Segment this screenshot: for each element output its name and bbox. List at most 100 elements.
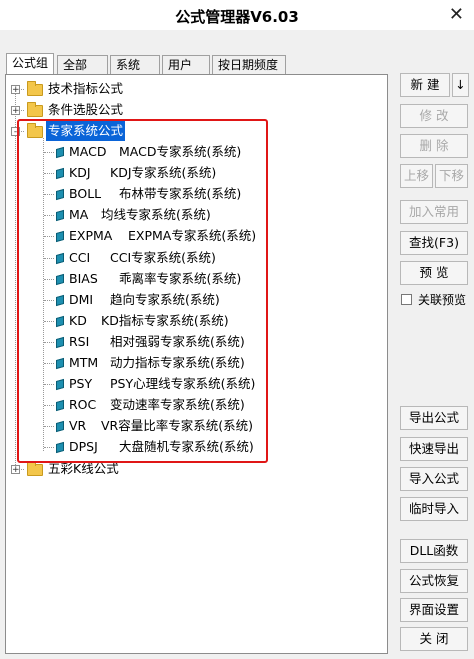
tree-group-technical-indicators[interactable]: + 技术指标公式 (6, 79, 306, 99)
expert-formula-item[interactable]: PSY PSY心理线专家系统(系统) (6, 374, 306, 394)
new-button[interactable]: 新 建 (400, 73, 450, 97)
tree-group-label: 技术指标公式 (48, 81, 124, 96)
formula-description: 乖离率专家系统(系统) (119, 270, 242, 286)
expert-formula-item[interactable]: DMI 趋向专家系统(系统) (6, 290, 306, 310)
tab-system[interactable]: 系统 (110, 55, 160, 74)
formula-gem-icon (56, 231, 64, 243)
expand-icon[interactable]: + (11, 106, 20, 116)
formula-code: MTM (69, 355, 99, 370)
modify-button[interactable]: 修 改 (400, 104, 468, 128)
formula-description: 大盘随机专家系统(系统) (119, 439, 254, 455)
new-dropdown-arrow-icon[interactable]: ↓ (452, 73, 469, 97)
tree-connector (44, 257, 54, 259)
formula-description: PSY心理线专家系统(系统) (110, 376, 256, 392)
tree-connector (44, 215, 54, 217)
add-to-common-button[interactable]: 加入常用 (400, 200, 468, 224)
move-down-button[interactable]: 下移 (435, 164, 468, 188)
window-close-icon[interactable]: ✕ (449, 4, 464, 25)
expert-formula-item[interactable]: RSI 相对强弱专家系统(系统) (6, 332, 306, 352)
import-formula-button[interactable]: 导入公式 (400, 467, 468, 491)
folder-icon (27, 102, 43, 117)
formula-description: 布林带专家系统(系统) (119, 186, 242, 202)
formula-code: ROC (69, 397, 97, 413)
close-button[interactable]: 关 闭 (400, 627, 468, 651)
quick-export-button[interactable]: 快速导出 (400, 437, 468, 461)
tree-connector (44, 194, 54, 196)
preview-button[interactable]: 预 览 (400, 261, 468, 285)
tree-group-colored-kline[interactable]: + 五彩K线公式 (6, 459, 306, 479)
tab-all[interactable]: 全部 (57, 55, 108, 74)
tree-connector (44, 384, 54, 386)
tree-group-condition-screening[interactable]: + 条件选股公式 (6, 100, 306, 120)
expert-formula-item[interactable]: DPSJ 大盘随机专家系统(系统) (6, 437, 306, 457)
formula-code: EXPMA (69, 228, 113, 244)
tree-group-label: 五彩K线公式 (48, 461, 119, 476)
formula-description: CCI专家系统(系统) (110, 249, 216, 265)
expert-formula-item[interactable]: MTM 动力指标专家系统(系统) (6, 353, 306, 373)
tree-group-expert-system[interactable]: - 专家系统公式 (6, 121, 306, 141)
tree-group-label: 专家系统公式 (46, 121, 126, 141)
formula-code: BOLL (69, 186, 102, 202)
expert-formula-item[interactable]: CCI CCI专家系统(系统) (6, 248, 306, 268)
tree-connector (44, 341, 54, 343)
collapse-icon[interactable]: - (11, 127, 20, 137)
formula-gem-icon (56, 400, 64, 412)
dll-functions-button[interactable]: DLL函数 (400, 539, 468, 563)
formula-code: DMI (69, 291, 94, 307)
formula-description: 动力指标专家系统(系统) (110, 355, 245, 370)
tree-connector (44, 426, 54, 428)
restore-formula-button[interactable]: 公式恢复 (400, 569, 468, 593)
formula-gem-icon (56, 315, 64, 327)
window-title: 公式管理器V6.03 (175, 8, 299, 26)
formula-gem-icon (56, 336, 64, 348)
tree-connector (44, 152, 54, 153)
formula-gem-icon (56, 168, 64, 180)
tab-user[interactable]: 用户 (162, 55, 210, 74)
find-button[interactable]: 查找(F3) (400, 231, 468, 255)
tab-formula-group[interactable]: 公式组 (6, 53, 54, 75)
tree-connector (44, 405, 54, 407)
formula-gem-icon (56, 442, 64, 454)
tree-group-label: 条件选股公式 (48, 102, 124, 117)
tree-connector (44, 299, 54, 301)
formula-description: KDJ专家系统(系统) (110, 165, 217, 181)
delete-button[interactable]: 删 除 (400, 134, 468, 158)
temporary-import-button[interactable]: 临时导入 (400, 497, 468, 521)
formula-description: 趋向专家系统(系统) (110, 291, 220, 307)
export-formula-button[interactable]: 导出公式 (400, 406, 468, 430)
formula-tree[interactable]: + 技术指标公式 + 条件选股公式 - 专家系统公式 MACD MACD专家系统(… (5, 74, 388, 654)
linked-preview-label: 关联预览 (418, 293, 467, 307)
formula-description: VR容量比率专家系统(系统) (101, 418, 253, 434)
expert-formula-item[interactable]: EXPMA EXPMA专家系统(系统) (6, 226, 306, 246)
tree-connector (44, 447, 54, 449)
formula-gem-icon (56, 379, 64, 391)
expert-formula-item[interactable]: KD KD指标专家系统(系统) (6, 311, 306, 331)
move-up-button[interactable]: 上移 (400, 164, 433, 188)
formula-code: MACD (69, 144, 107, 159)
ui-settings-button[interactable]: 界面设置 (400, 598, 468, 622)
formula-gem-icon (56, 421, 64, 433)
expert-formula-item[interactable]: VR VR容量比率专家系统(系统) (6, 416, 306, 436)
formula-description: KD指标专家系统(系统) (101, 312, 229, 328)
expert-formula-item[interactable]: BOLL 布林带专家系统(系统) (6, 184, 306, 204)
linked-preview-checkbox[interactable] (401, 294, 412, 305)
tab-by-date-frequency[interactable]: 按日期频度 (212, 55, 286, 74)
folder-icon (27, 461, 43, 476)
expert-formula-item[interactable]: KDJ KDJ专家系统(系统) (6, 163, 306, 183)
expert-formula-item[interactable]: BIAS 乖离率专家系统(系统) (6, 269, 306, 289)
tree-connector (44, 236, 54, 238)
formula-code: VR (69, 418, 87, 434)
expert-formula-item[interactable]: ROC 变动速率专家系统(系统) (6, 395, 306, 415)
tree-connector (44, 173, 54, 175)
expert-formula-item[interactable]: MA 均线专家系统(系统) (6, 205, 306, 225)
expand-icon[interactable]: + (11, 85, 20, 95)
formula-code: PSY (69, 376, 93, 392)
tree-connector (44, 363, 54, 364)
tree-connector (44, 320, 54, 322)
expand-icon[interactable]: + (11, 465, 20, 475)
formula-description: EXPMA专家系统(系统) (128, 228, 257, 244)
title-bar: 公式管理器V6.03 ✕ (0, 0, 474, 30)
formula-gem-icon (56, 357, 64, 370)
formula-gem-icon (56, 273, 64, 285)
expert-formula-item[interactable]: MACD MACD专家系统(系统) (6, 142, 306, 162)
